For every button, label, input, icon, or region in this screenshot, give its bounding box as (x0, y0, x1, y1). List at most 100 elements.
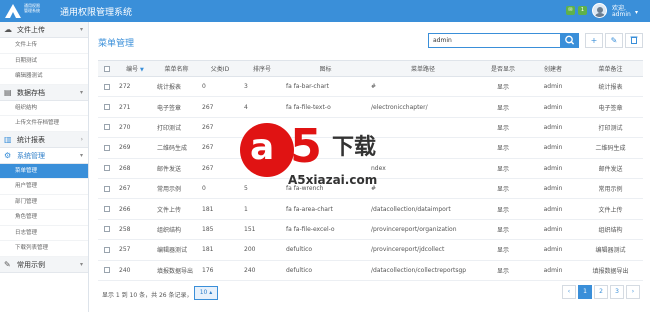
column-header[interactable]: 编号 ▼ (116, 60, 154, 77)
table-cell: admin (528, 260, 578, 281)
search-button[interactable] (561, 33, 579, 48)
sidebar-item-editor-test[interactable]: 编辑器测试 (0, 69, 88, 85)
table-header: 编号 ▼ 菜单名称 父类ID 排序号 图标 菜单路径 是否显示 创建者 菜单备注 (98, 60, 643, 77)
search-input[interactable]: admin (428, 33, 561, 48)
row-checkbox[interactable] (98, 96, 116, 118)
chevron-down-icon[interactable]: ▾ (635, 9, 638, 16)
table-cell: 151 (241, 219, 283, 241)
page-button-1[interactable]: 1 (578, 285, 592, 299)
sidebar-item-upload-archive[interactable]: 上传文件存档管理 (0, 116, 88, 132)
sidebar-item-date-test[interactable]: 日期测试 (0, 53, 88, 69)
sidebar-group-examples[interactable]: ✎ 常用示例 ▾ (0, 256, 88, 273)
table-cell: 邮件发送 (578, 158, 643, 179)
table-cell: 常用示例 (154, 178, 199, 200)
row-checkbox[interactable] (98, 137, 116, 159)
column-header[interactable]: 父类ID (199, 60, 241, 77)
table-cell: admin (528, 198, 578, 220)
notification-badge[interactable]: 1 (578, 6, 587, 15)
table-cell: 打印测试 (578, 117, 643, 139)
table-cell: 显示 (478, 260, 528, 281)
chevron-down-icon: ▾ (79, 151, 83, 159)
table-cell: 显示 (478, 178, 528, 200)
sidebar-group-data-archive[interactable]: ▤ 数据存档 ▾ (0, 84, 88, 101)
table-cell: 显示 (478, 137, 528, 159)
column-header[interactable]: 创建者 (528, 60, 578, 77)
table-cell: 3 (241, 76, 283, 98)
sidebar-item-log-management[interactable]: 日志管理 (0, 225, 88, 241)
watermark-letter: a (250, 127, 275, 168)
logo-text: 通用权限 管理系统 (24, 3, 40, 13)
sidebar-group-system[interactable]: ⚙ 系统管理 ▾ (0, 147, 88, 164)
table-cell: 200 (241, 239, 283, 261)
table-cell: 1 (241, 198, 283, 220)
sidebar-item-download-list[interactable]: 下载列表管理 (0, 241, 88, 257)
table-cell: 185 (199, 219, 241, 241)
table-cell: 267 (116, 178, 154, 200)
row-checkbox[interactable] (98, 178, 116, 200)
edit-button[interactable]: ✎ (605, 33, 623, 48)
page-button-2[interactable]: 2 (594, 285, 608, 299)
column-header[interactable]: 菜单路径 (368, 60, 478, 77)
table-cell: 编辑器测试 (154, 239, 199, 261)
table-cell: admin (528, 158, 578, 179)
table-cell: /provincereport/organization (368, 219, 478, 241)
table-row[interactable]: 258 组织结构 185 151 fa fa-file-excel-o/province… (98, 219, 643, 241)
add-button[interactable]: + (585, 33, 603, 48)
table-cell: 240 (116, 260, 154, 281)
top-bar: 通用权限 管理系统 通用权限管理系统 ✉ 1 欢迎, admin ▾ (0, 0, 650, 22)
table-cell: 组织结构 (578, 219, 643, 241)
sidebar-item-role-management[interactable]: 角色管理 (0, 210, 88, 226)
prev-page-button[interactable]: ‹ (562, 285, 576, 299)
row-checkbox[interactable] (98, 198, 116, 220)
next-page-button[interactable]: › (626, 285, 640, 299)
sidebar-item-menu-management[interactable]: 菜单管理 (0, 163, 88, 179)
page-size-select[interactable]: 10 ▴ (194, 286, 218, 300)
sidebar-item-department-management[interactable]: 部门管理 (0, 194, 88, 210)
table-cell: 电子签章 (578, 96, 643, 118)
chevron-down-icon: ▾ (79, 260, 83, 268)
sidebar-group-file-upload[interactable]: ☁ 文件上传 ▾ (0, 22, 88, 38)
chevron-down-icon: ▾ (79, 88, 83, 96)
column-header[interactable]: 菜单名称 (154, 60, 199, 77)
column-header[interactable]: 图标 (283, 60, 368, 77)
table-cell: 二维码生成 (578, 137, 643, 159)
page-button-3[interactable]: 3 (610, 285, 624, 299)
table-cell: 267 (199, 96, 241, 118)
table-cell: 266 (116, 198, 154, 220)
table-row[interactable]: 266 文件上传 181 1 fa fa-area-chart/datacollecti… (98, 198, 643, 220)
table-cell: fa fa-file-text-o (283, 96, 368, 118)
table-cell: 4 (241, 96, 283, 118)
table-row[interactable]: 271 电子签章 267 4 fa fa-file-text-o/electronicc… (98, 96, 643, 118)
avatar[interactable] (592, 3, 607, 18)
delete-button[interactable] (625, 33, 643, 48)
table-cell: admin (528, 76, 578, 98)
row-checkbox[interactable] (98, 76, 116, 98)
table-row[interactable]: 240 填报数据导出 176 240 defultico/datacollection/… (98, 260, 643, 281)
sidebar-item-user-management[interactable]: 用户管理 (0, 179, 88, 195)
row-checkbox[interactable] (98, 158, 116, 179)
table-row[interactable]: 257 编辑器测试 181 200 defultico/provincereport/j… (98, 239, 643, 261)
table-cell: 181 (199, 198, 241, 220)
row-checkbox[interactable] (98, 260, 116, 281)
table-cell: 269 (116, 137, 154, 159)
username[interactable]: admin (612, 11, 631, 18)
sidebar-item-file-upload[interactable]: 文件上传 (0, 38, 88, 54)
table-cell: 显示 (478, 198, 528, 220)
column-header[interactable]: 是否显示 (478, 60, 528, 77)
sidebar-item-org-structure[interactable]: 组织结构 (0, 100, 88, 116)
table-cell: 文件上传 (578, 198, 643, 220)
table-cell: admin (528, 137, 578, 159)
select-all-checkbox[interactable] (98, 60, 116, 77)
table-cell: 常用示例 (578, 178, 643, 200)
sidebar-group-reports[interactable]: ▥ 统计报表 › (0, 131, 88, 148)
table-cell: 显示 (478, 76, 528, 98)
column-header[interactable]: 排序号 (241, 60, 283, 77)
table-cell: 打印测试 (154, 117, 199, 139)
message-icon[interactable]: ✉ (566, 6, 575, 15)
row-checkbox[interactable] (98, 219, 116, 241)
watermark-logo: a 5 下载 A5xiazai.com (228, 117, 428, 197)
table-row[interactable]: 272 统计报表 0 3 fa fa-bar-chart # 显示 admin 统计报表 (98, 76, 643, 98)
column-header[interactable]: 菜单备注 (578, 60, 643, 77)
row-checkbox[interactable] (98, 239, 116, 261)
row-checkbox[interactable] (98, 117, 116, 139)
